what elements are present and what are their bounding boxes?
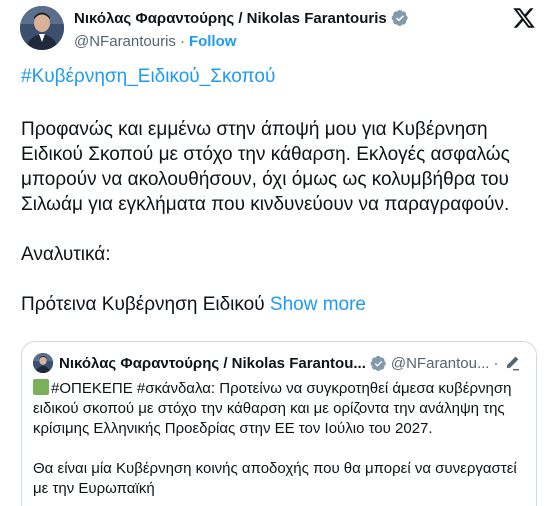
show-more-link[interactable]: Show more (270, 294, 366, 315)
truncated-text: Πρότεινα Κυβέρνηση Ειδικού (21, 294, 265, 315)
quoted-tweet[interactable]: Νικόλας Φαραντούρης / Nikolas Farantou..… (21, 341, 537, 506)
edit-pencil-icon (507, 356, 520, 371)
quoted-author-name: Νικόλας Φαραντούρης / Nikolas Farantou..… (59, 354, 366, 372)
follow-button[interactable]: Follow (189, 33, 237, 50)
quoted-paragraph: #ΟΠΕΚΕΠΕ #σκάνδαλα: Προτείνω να συγκροτη… (33, 379, 512, 437)
tweet-body: Προφανώς και εμμένω στην άποψή μου για Κ… (21, 117, 531, 317)
quoted-author-handle: @NFarantou... (390, 354, 490, 372)
quoted-tweet-header: Νικόλας Φαραντούρης / Nikolas Farantou..… (33, 352, 528, 374)
quoted-author-avatar (33, 353, 53, 373)
quoted-paragraph: Θα είναι μία Κυβέρνηση κοινής αποδοχής π… (33, 460, 517, 497)
author-handle[interactable]: @NFarantouris (74, 33, 176, 50)
verified-badge-icon (370, 355, 386, 371)
author-name[interactable]: Νικόλας Φαραντούρης / Nikolas Farantouri… (74, 10, 387, 27)
x-logo-icon[interactable] (512, 6, 536, 30)
separator-dot: · (179, 32, 185, 50)
tweet-header: Νικόλας Φαραντούρης / Nikolas Farantouri… (20, 6, 540, 52)
verified-badge-icon (391, 9, 408, 27)
quoted-tweet-text: #ΟΠΕΚΕΠΕ #σκάνδαλα: Προτείνω να συγκροτη… (33, 379, 528, 499)
author-avatar[interactable] (20, 6, 64, 50)
green-square-emoji (33, 379, 49, 395)
tweet-paragraph: Αναλυτικά: (21, 244, 111, 265)
separator-dot: · (493, 354, 499, 372)
tweet-paragraph: Προφανώς και εμμένω στην άποψή μου για Κ… (21, 119, 510, 215)
hashtag-link[interactable]: #Κυβέρνηση_Ειδικού_Σκοπού (21, 66, 275, 88)
tweet-paragraph-truncated: Πρότεινα Κυβέρνηση Ειδικού Show more (21, 292, 531, 317)
